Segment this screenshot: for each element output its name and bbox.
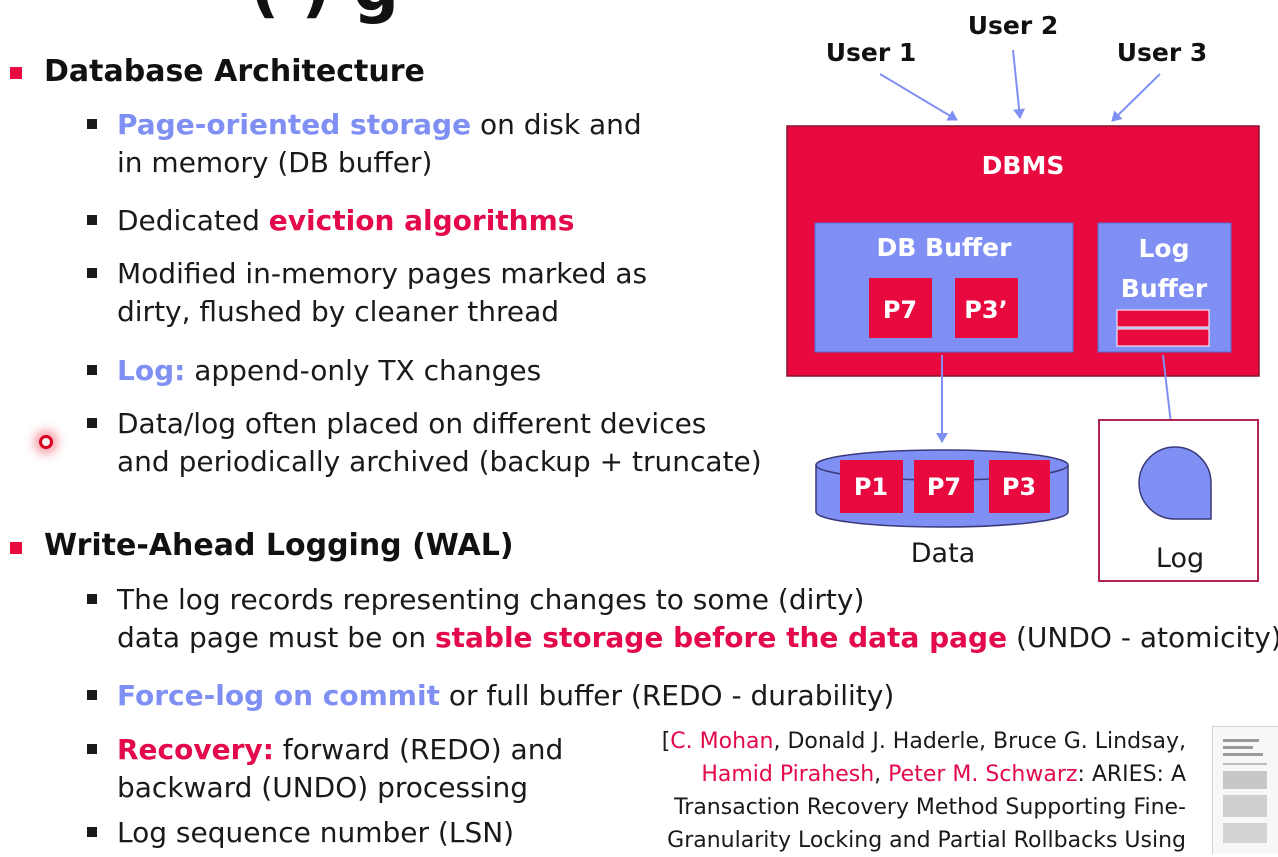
buffer-page-p3-dirty-label: P3’ (964, 296, 1007, 324)
log-label: Log (1156, 543, 1204, 574)
disk-page-p7-label: P7 (927, 473, 961, 501)
dbms-label: DBMS (982, 151, 1065, 180)
user-3-arrow (1111, 73, 1161, 122)
user-1-arrow (879, 73, 958, 121)
disk-page-p1-label: P1 (854, 473, 888, 501)
user-2-arrow (1012, 49, 1026, 119)
data-label: Data (911, 538, 975, 569)
log-buffer-record (1116, 328, 1210, 347)
user-3-label: User 3 (1117, 38, 1208, 67)
buffer-page-p7-label: P7 (883, 296, 917, 324)
user-1-label: User 1 (826, 38, 917, 67)
log-buffer-label-line2: Buffer (1121, 274, 1208, 303)
db-buffer-label: DB Buffer (877, 233, 1013, 262)
dbms-architecture-diagram: User 1 User 2 User 3 DBMS DB Buffer P7 P… (786, 11, 1260, 582)
user-2-label: User 2 (968, 11, 1059, 40)
log-buffer-label-line1: Log (1138, 234, 1189, 263)
disk-page-p3-label: P3 (1002, 473, 1036, 501)
log-tape-icon (1138, 446, 1212, 520)
log-buffer-record (1116, 309, 1210, 328)
